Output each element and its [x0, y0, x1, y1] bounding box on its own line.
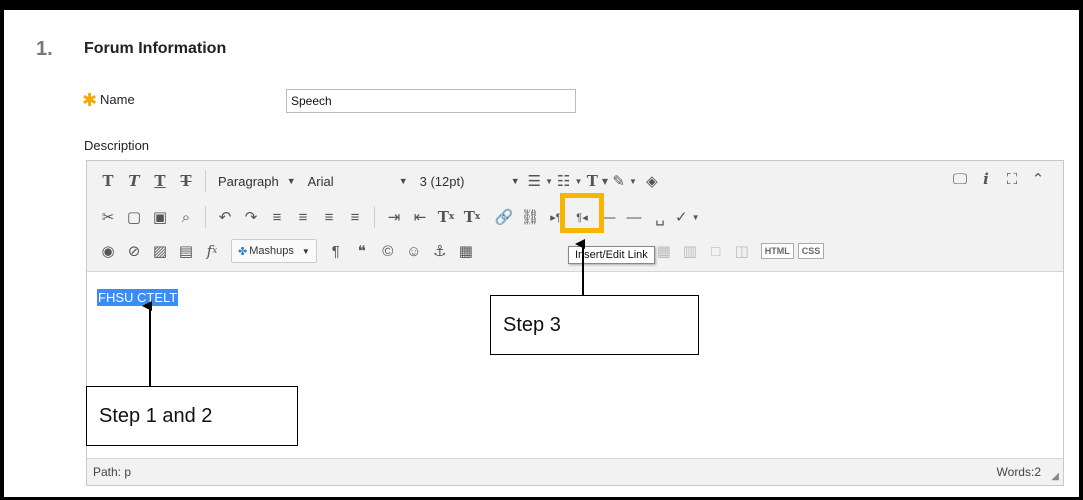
callout-step1-2: Step 1 and 2	[86, 386, 298, 446]
callout-step3: Step 3	[490, 295, 699, 355]
